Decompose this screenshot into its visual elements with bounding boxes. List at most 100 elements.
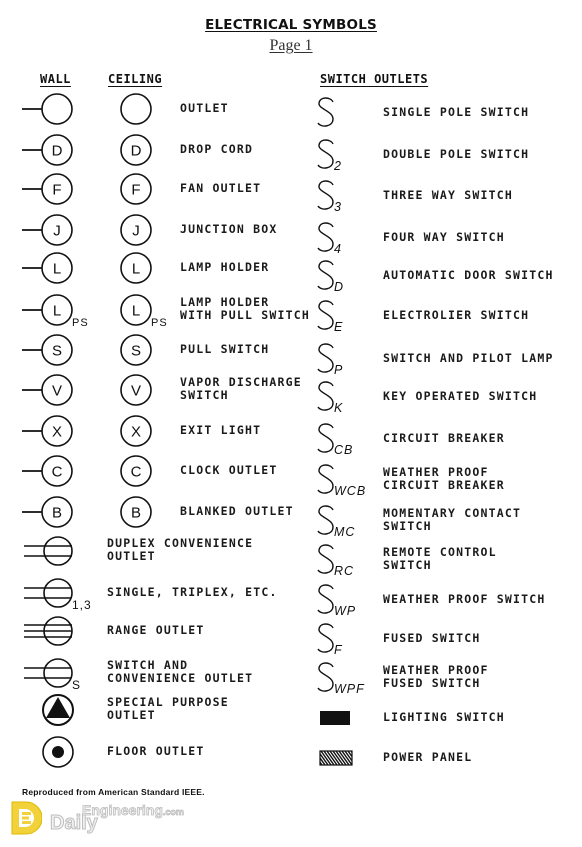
switch-label: ELECTROLIER SWITCH <box>383 308 530 322</box>
outlet-label: DROP CORD <box>180 142 254 156</box>
outlet-label: OUTLET <box>180 101 229 115</box>
symbol-letter: V <box>131 383 141 400</box>
outlet-label: LAMP HOLDER WITH PULL SWITCH <box>180 295 310 322</box>
convenience-label: RANGE OUTLET <box>107 623 205 637</box>
wall-outlet-symbol-icon: C <box>22 455 73 487</box>
switch-subscript: WPF <box>334 682 365 696</box>
outlet-label: BLANKED OUTLET <box>180 504 294 518</box>
switch-label: MOMENTARY CONTACT SWITCH <box>383 506 522 533</box>
convenience-outlet-single-icon <box>24 578 73 608</box>
switch-subscript: 4 <box>334 242 342 256</box>
switch-label: FUSED SWITCH <box>383 631 481 645</box>
wall-outlet-symbol-icon <box>22 93 73 125</box>
outlet-label: LAMP HOLDER <box>180 260 270 274</box>
symbol-letter: J <box>53 223 61 240</box>
switch-label: FOUR WAY SWITCH <box>383 230 505 244</box>
switch-subscript: WCB <box>334 484 367 498</box>
switch-subscript: 3 <box>334 200 342 214</box>
ceiling-outlet-symbol-icon: F <box>120 173 152 205</box>
convenience-label: SPECIAL PURPOSE OUTLET <box>107 695 229 722</box>
column-header-wall: WALL <box>40 72 71 86</box>
symbol-letter: B <box>52 505 62 522</box>
column-header-switch-outlets: SWITCH OUTLETS <box>320 72 429 86</box>
switch-subscript: 2 <box>334 159 342 173</box>
switch-label: WEATHER PROOF FUSED SWITCH <box>383 663 489 690</box>
switch-label: KEY OPERATED SWITCH <box>383 389 538 403</box>
convenience-outlet-special-icon <box>42 694 74 726</box>
convenience-outlet-duplex-icon <box>24 536 73 566</box>
subtitle-text: Page 1 <box>269 37 313 54</box>
outlet-label: FAN OUTLET <box>180 181 262 195</box>
switch-s-symbol-icon <box>317 97 334 127</box>
convenience-outlet-range-icon <box>24 616 73 646</box>
symbol-letter: L <box>53 261 61 278</box>
convenience-label: FLOOR OUTLET <box>107 744 205 758</box>
daily-engineering-logo[interactable]: Daily Engineering.com <box>10 800 200 840</box>
title-text: ELECTRICAL SYMBOLS <box>205 17 377 33</box>
logo-engineering-text: Engineering.com <box>82 802 185 819</box>
convenience-label: SWITCH AND CONVENIENCE OUTLET <box>107 658 254 685</box>
convenience-outlet-floor-icon <box>42 736 74 768</box>
switch-subscript: CB <box>334 443 354 457</box>
wall-outlet-symbol-icon: X <box>22 415 73 447</box>
lighting-panel-solid-icon <box>320 711 350 725</box>
wall-outlet-symbol-icon: V <box>22 374 73 406</box>
wall-outlet-symbol-icon: D <box>22 134 73 166</box>
outlet-label: CLOCK OUTLET <box>180 463 278 477</box>
switch-subscript: E <box>334 320 344 334</box>
convenience-label: SINGLE, TRIPLEX, ETC. <box>107 585 278 599</box>
convenience-label: DUPLEX CONVENIENCE OUTLET <box>107 536 254 563</box>
switch-subscript: K <box>334 401 344 415</box>
outlet-label: PULL SWITCH <box>180 342 270 356</box>
ceiling-outlet-symbol-icon <box>120 93 152 125</box>
ceiling-outlet-symbol-icon: L <box>120 252 152 284</box>
convenience-symbol-suffix: S <box>72 678 82 692</box>
symbol-letter: L <box>132 303 140 320</box>
switch-label: THREE WAY SWITCH <box>383 188 513 202</box>
page-subtitle: Page 1 <box>0 37 582 55</box>
switch-subscript: MC <box>334 525 356 539</box>
switch-label: WEATHER PROOF CIRCUIT BREAKER <box>383 465 505 492</box>
logo-de-icon <box>11 801 42 835</box>
wall-outlet-symbol-icon: J <box>22 214 73 246</box>
symbol-letter: V <box>52 383 62 400</box>
wall-outlet-symbol-icon: L <box>22 294 73 326</box>
outlet-label: JUNCTION BOX <box>180 222 278 236</box>
symbol-letter: D <box>131 143 142 160</box>
switch-subscript: F <box>334 643 343 657</box>
column-header-ceiling: CEILING <box>108 72 163 86</box>
symbol-letter: F <box>131 182 140 199</box>
convenience-outlet-switch-conv-icon <box>24 658 73 688</box>
symbol-letter: J <box>132 223 140 240</box>
power-panel-hatched-icon <box>319 750 353 766</box>
page-title: ELECTRICAL SYMBOLS <box>0 17 582 33</box>
outlet-label: EXIT LIGHT <box>180 423 262 437</box>
outlet-label: VAPOR DISCHARGE SWITCH <box>180 375 302 402</box>
wall-outlet-symbol-icon: S <box>22 334 73 366</box>
symbol-letter: D <box>52 143 63 160</box>
switch-subscript: P <box>334 363 344 377</box>
symbol-letter: L <box>132 261 140 278</box>
ceiling-outlet-symbol-icon: X <box>120 415 152 447</box>
symbol-letter: X <box>131 424 141 441</box>
switch-label: DOUBLE POLE SWITCH <box>383 147 530 161</box>
ceiling-outlet-symbol-icon: B <box>120 496 152 528</box>
footnote: Reproduced from American Standard IEEE. <box>22 787 205 797</box>
logo-com-text: .com <box>162 807 185 818</box>
symbol-letter: S <box>52 343 62 360</box>
switch-label: REMOTE CONTROL SWITCH <box>383 545 497 572</box>
symbol-letter: C <box>131 464 142 481</box>
logo-engineering-word: Engineering <box>82 802 164 819</box>
ceiling-symbol-suffix: PS <box>151 317 168 329</box>
ceiling-outlet-symbol-icon: D <box>120 134 152 166</box>
symbol-letter: B <box>131 505 141 522</box>
wall-symbol-suffix: PS <box>72 317 89 329</box>
switch-label: CIRCUIT BREAKER <box>383 431 505 445</box>
panel-label: POWER PANEL <box>383 750 473 764</box>
ceiling-outlet-symbol-icon: V <box>120 374 152 406</box>
ceiling-outlet-symbol-icon: S <box>120 334 152 366</box>
ceiling-outlet-symbol-icon: J <box>120 214 152 246</box>
symbol-letter: L <box>53 303 61 320</box>
switch-label: SWITCH AND PILOT LAMP <box>383 351 554 365</box>
switch-label: SINGLE POLE SWITCH <box>383 105 530 119</box>
